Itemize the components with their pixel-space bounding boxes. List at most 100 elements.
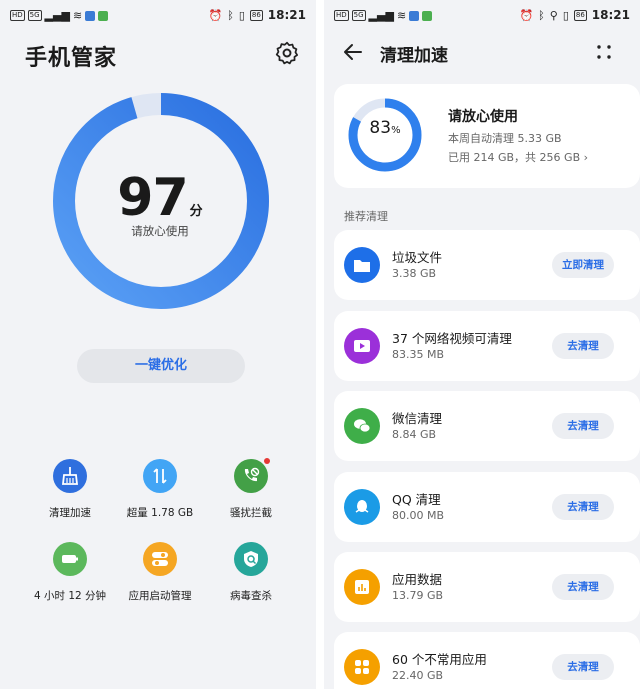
chevron-right-icon: › <box>583 151 589 164</box>
status-icons-right: ⏰ ᛒ ▯ 86 18:21 <box>209 8 307 22</box>
video-icon <box>344 328 380 364</box>
item-size: 22.40 GB <box>392 669 444 682</box>
go-clean-button[interactable]: 去清理 <box>552 333 614 359</box>
optimize-button[interactable]: 一键优化 <box>77 349 245 383</box>
wifi-icon: ≋ <box>396 9 407 22</box>
storage-usage: 已用 214 GB，共 256 GB <box>448 151 581 164</box>
item-size: 80.00 MB <box>392 509 445 522</box>
clock: 18:21 <box>591 8 630 22</box>
back-arrow-icon[interactable] <box>342 41 364 63</box>
phone-manager-screen: HD 5G ▂▄▆ ≋ ⏰ ᛒ ▯ 86 18:21 手机管家 97 分 请放心… <box>0 0 316 689</box>
alarm-icon: ⏰ <box>519 8 534 22</box>
score-display: 97 分 <box>60 168 260 228</box>
tool-label: 骚扰拦截 <box>230 507 272 519</box>
gear-icon[interactable] <box>274 40 300 66</box>
storage-percent-value: 83 <box>369 118 392 138</box>
go-clean-button[interactable]: 去清理 <box>552 494 614 520</box>
go-clean-button[interactable]: 去清理 <box>552 654 614 680</box>
shield-scan-icon <box>234 542 268 576</box>
item-name: 微信清理 <box>392 411 443 426</box>
apps-grid-icon <box>344 649 380 685</box>
broom-icon <box>53 459 87 493</box>
cleanup-item-wechat[interactable]: 微信清理 8.84 GB 去清理 <box>334 391 640 461</box>
item-size: 8.84 GB <box>392 428 437 441</box>
more-options-icon[interactable] <box>596 44 612 60</box>
status-icons-left: HD 5G ▂▄▆ ≋ <box>10 9 109 22</box>
hd-icon: HD <box>334 10 349 21</box>
qq-icon <box>344 489 380 525</box>
clean-now-button[interactable]: 立即清理 <box>552 252 614 278</box>
tool-battery[interactable]: 4 小时 12 分钟 <box>25 542 115 603</box>
item-name: 应用数据 <box>392 572 443 587</box>
go-clean-button[interactable]: 去清理 <box>552 413 614 439</box>
cleanup-item-qq[interactable]: QQ 清理 80.00 MB 去清理 <box>334 472 640 542</box>
tool-label: 超量 1.78 GB <box>126 507 194 519</box>
cleanup-item-videos[interactable]: 37 个网络视频可清理 83.35 MB 去清理 <box>334 311 640 381</box>
item-size: 13.79 GB <box>392 589 444 602</box>
vibrate-icon: ▯ <box>562 8 569 22</box>
storage-status: 请放心使用 <box>448 109 518 125</box>
status-bar: HD 5G ▂▄▆ ≋ ⏰ ᛒ ▯ 86 18:21 <box>0 0 316 32</box>
tool-data-usage[interactable]: 超量 1.78 GB <box>115 459 205 520</box>
item-name: 37 个网络视频可清理 <box>392 331 512 346</box>
tool-harassment-block[interactable]: 骚扰拦截 <box>206 458 296 520</box>
app-data-icon <box>344 569 380 605</box>
cleanup-item-unused-apps[interactable]: 60 个不常用应用 22.40 GB 去清理 <box>334 632 640 689</box>
clock: 18:21 <box>267 8 306 22</box>
go-clean-button[interactable]: 去清理 <box>552 574 614 600</box>
cleanup-item-app-data[interactable]: 应用数据 13.79 GB 去清理 <box>334 552 640 622</box>
status-icons-left: HD 5G ▂▄▆ ≋ <box>334 9 433 22</box>
signal-icon: ▂▄▆ <box>44 9 70 22</box>
page-title: 手机管家 <box>25 46 118 71</box>
wechat-icon <box>344 408 380 444</box>
folder-icon <box>344 247 380 283</box>
bluetooth-icon: ᛒ <box>538 8 545 22</box>
network-icon: 5G <box>351 10 366 21</box>
storage-usage-link[interactable]: 已用 214 GB，共 256 GB › <box>448 149 588 165</box>
wifi-icon: ≋ <box>72 9 83 22</box>
toggle-icon <box>143 542 177 576</box>
tool-label: 应用启动管理 <box>128 590 192 602</box>
battery-icon: 86 <box>573 9 587 21</box>
app-notification-icon <box>85 10 96 21</box>
storage-percent-unit: % <box>391 125 401 136</box>
app-notification-icon <box>409 10 420 21</box>
storage-percent: 83% <box>346 118 424 138</box>
section-label: 推荐清理 <box>344 210 388 223</box>
item-name: 垃圾文件 <box>392 250 443 265</box>
storage-summary-card: 83% 请放心使用 本周自动清理 5.33 GB 已用 214 GB，共 256… <box>334 84 640 188</box>
network-icon: 5G <box>27 10 42 21</box>
tool-app-launch[interactable]: 应用启动管理 <box>115 542 205 603</box>
app-notification-icon <box>422 10 433 21</box>
phone-block-icon <box>234 458 270 493</box>
weekly-auto-clean: 本周自动清理 5.33 GB <box>448 132 562 145</box>
item-name: QQ 清理 <box>392 492 441 507</box>
notification-badge <box>264 458 270 464</box>
app-notification-icon <box>98 10 109 21</box>
score-label: 请放心使用 <box>131 224 189 238</box>
score-value: 97 <box>117 168 188 228</box>
data-transfer-icon <box>143 459 177 493</box>
location-icon: ⚲ <box>549 8 558 22</box>
tool-virus-scan[interactable]: 病毒查杀 <box>206 542 296 603</box>
status-bar: HD 5G ▂▄▆ ≋ ⏰ ᛒ ⚲ ▯ 86 18:21 <box>324 0 640 32</box>
item-size: 83.35 MB <box>392 348 445 361</box>
signal-icon: ▂▄▆ <box>368 9 394 22</box>
hd-icon: HD <box>10 10 25 21</box>
battery-icon <box>53 542 87 576</box>
tool-label: 清理加速 <box>49 507 91 519</box>
cleanup-screen: HD 5G ▂▄▆ ≋ ⏰ ᛒ ⚲ ▯ 86 18:21 清理加速 83% 请放… <box>324 0 640 689</box>
item-size: 3.38 GB <box>392 267 437 280</box>
battery-icon: 86 <box>249 9 263 21</box>
tool-cleanup[interactable]: 清理加速 <box>25 459 115 520</box>
page-title: 清理加速 <box>380 46 448 66</box>
cleanup-item-junk-files[interactable]: 垃圾文件 3.38 GB 立即清理 <box>334 230 640 300</box>
tool-label: 病毒查杀 <box>230 590 272 602</box>
alarm-icon: ⏰ <box>208 8 223 22</box>
tool-label: 4 小时 12 分钟 <box>33 590 107 602</box>
vibrate-icon: ▯ <box>238 8 245 22</box>
bluetooth-icon: ᛒ <box>227 8 234 22</box>
score-unit: 分 <box>189 204 203 219</box>
item-name: 60 个不常用应用 <box>392 652 487 667</box>
status-icons-right: ⏰ ᛒ ⚲ ▯ 86 18:21 <box>519 8 630 22</box>
